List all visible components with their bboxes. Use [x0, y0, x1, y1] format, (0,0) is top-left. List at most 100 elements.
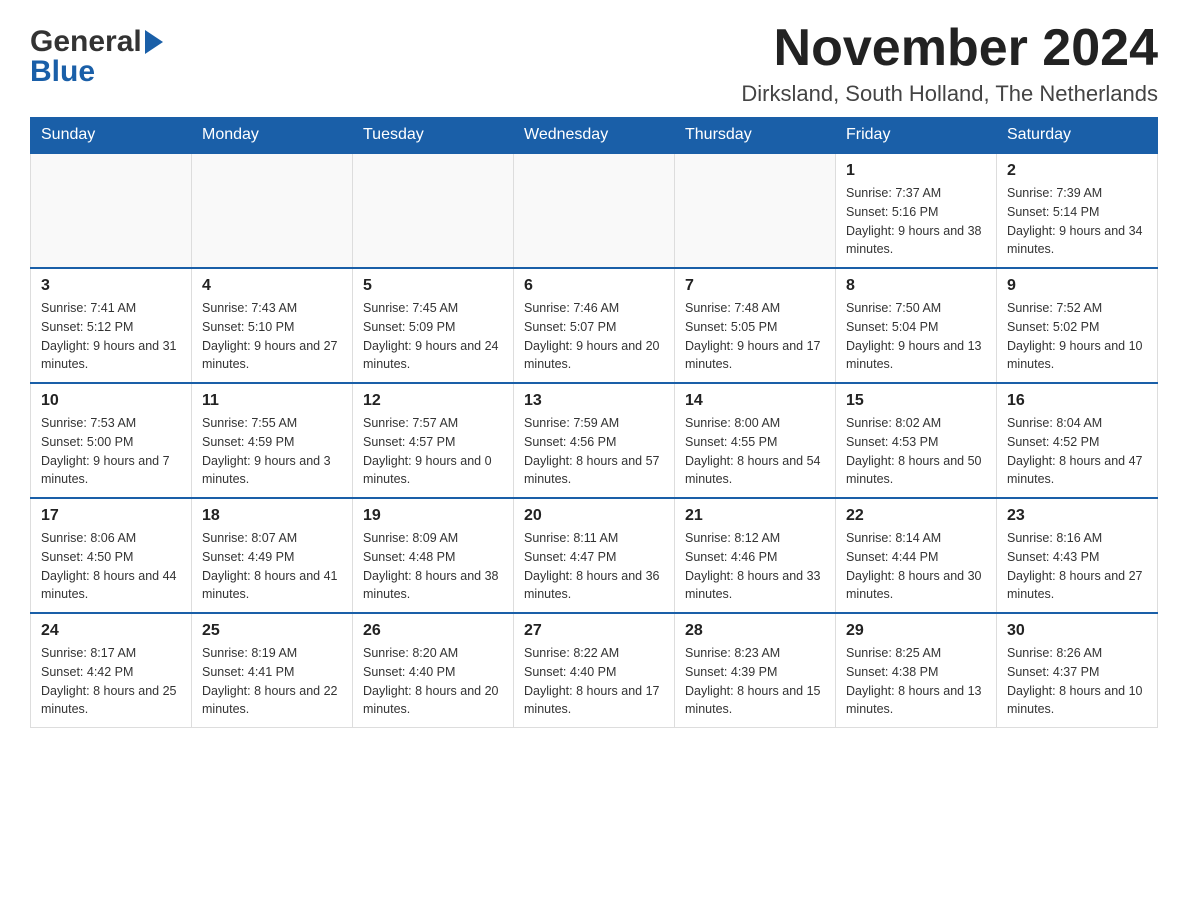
day-info: Sunrise: 7:41 AMSunset: 5:12 PMDaylight:…	[41, 299, 181, 374]
day-info: Sunrise: 8:16 AMSunset: 4:43 PMDaylight:…	[1007, 529, 1147, 604]
day-number: 26	[363, 622, 503, 640]
calendar-cell: 25Sunrise: 8:19 AMSunset: 4:41 PMDayligh…	[192, 613, 353, 728]
day-number: 19	[363, 507, 503, 525]
day-info: Sunrise: 8:14 AMSunset: 4:44 PMDaylight:…	[846, 529, 986, 604]
day-info: Sunrise: 8:02 AMSunset: 4:53 PMDaylight:…	[846, 414, 986, 489]
day-number: 21	[685, 507, 825, 525]
day-number: 16	[1007, 392, 1147, 410]
calendar-cell: 17 Sunrise: 8:06 AMSunset: 4:50 PMDayligh…	[31, 498, 192, 613]
day-info: Sunrise: 8:25 AMSunset: 4:38 PMDaylight:…	[846, 644, 986, 719]
calendar-cell: 8 Sunrise: 7:50 AMSunset: 5:04 PMDaylight…	[836, 268, 997, 383]
calendar-week-row: 1Sunrise: 7:37 AMSunset: 5:16 PMDaylight…	[31, 153, 1158, 268]
calendar-cell: 30 Sunrise: 8:26 AMSunset: 4:37 PMDayligh…	[997, 613, 1158, 728]
day-info: Sunrise: 7:50 AMSunset: 5:04 PMDaylight:…	[846, 299, 986, 374]
day-info: Sunrise: 7:39 AMSunset: 5:14 PMDaylight:…	[1007, 184, 1147, 259]
calendar-cell: 14 Sunrise: 8:00 AMSunset: 4:55 PMDayligh…	[675, 383, 836, 498]
calendar-cell: 2 Sunrise: 7:39 AMSunset: 5:14 PMDaylight…	[997, 153, 1158, 268]
calendar-cell: 24 Sunrise: 8:17 AMSunset: 4:42 PMDayligh…	[31, 613, 192, 728]
day-info: Sunrise: 8:26 AMSunset: 4:37 PMDaylight:…	[1007, 644, 1147, 719]
calendar-cell: 9 Sunrise: 7:52 AMSunset: 5:02 PMDaylight…	[997, 268, 1158, 383]
calendar-cell: 5 Sunrise: 7:45 AMSunset: 5:09 PMDaylight…	[353, 268, 514, 383]
logo-blue-text: Blue	[30, 55, 95, 89]
logo-arrow-icon	[145, 30, 163, 54]
day-number: 22	[846, 507, 986, 525]
calendar-cell: 26 Sunrise: 8:20 AMSunset: 4:40 PMDayligh…	[353, 613, 514, 728]
day-number: 7	[685, 277, 825, 295]
day-number: 30	[1007, 622, 1147, 640]
header-tuesday: Tuesday	[353, 118, 514, 154]
calendar-cell: 13Sunrise: 7:59 AMSunset: 4:56 PMDayligh…	[514, 383, 675, 498]
day-number: 9	[1007, 277, 1147, 295]
calendar-cell: 20Sunrise: 8:11 AMSunset: 4:47 PMDayligh…	[514, 498, 675, 613]
day-info: Sunrise: 7:59 AMSunset: 4:56 PMDaylight:…	[524, 414, 664, 489]
calendar-cell: 15 Sunrise: 8:02 AMSunset: 4:53 PMDayligh…	[836, 383, 997, 498]
day-number: 24	[41, 622, 181, 640]
header-thursday: Thursday	[675, 118, 836, 154]
header-friday: Friday	[836, 118, 997, 154]
calendar-cell	[675, 153, 836, 268]
calendar-cell: 10 Sunrise: 7:53 AMSunset: 5:00 PMDayligh…	[31, 383, 192, 498]
day-info: Sunrise: 8:06 AMSunset: 4:50 PMDaylight:…	[41, 529, 181, 604]
calendar-cell: 1Sunrise: 7:37 AMSunset: 5:16 PMDaylight…	[836, 153, 997, 268]
day-info: Sunrise: 7:48 AMSunset: 5:05 PMDaylight:…	[685, 299, 825, 374]
day-info: Sunrise: 8:04 AMSunset: 4:52 PMDaylight:…	[1007, 414, 1147, 489]
day-info: Sunrise: 8:09 AMSunset: 4:48 PMDaylight:…	[363, 529, 503, 604]
calendar-week-row: 3 Sunrise: 7:41 AMSunset: 5:12 PMDaylight…	[31, 268, 1158, 383]
day-info: Sunrise: 8:20 AMSunset: 4:40 PMDaylight:…	[363, 644, 503, 719]
calendar-week-row: 10 Sunrise: 7:53 AMSunset: 5:00 PMDayligh…	[31, 383, 1158, 498]
calendar-cell: 27Sunrise: 8:22 AMSunset: 4:40 PMDayligh…	[514, 613, 675, 728]
calendar-cell: 3 Sunrise: 7:41 AMSunset: 5:12 PMDaylight…	[31, 268, 192, 383]
location-text: Dirksland, South Holland, The Netherland…	[741, 81, 1158, 107]
calendar-week-row: 17 Sunrise: 8:06 AMSunset: 4:50 PMDayligh…	[31, 498, 1158, 613]
page-header: General Blue November 2024 Dirksland, So…	[30, 20, 1158, 107]
day-info: Sunrise: 7:45 AMSunset: 5:09 PMDaylight:…	[363, 299, 503, 374]
calendar-cell	[192, 153, 353, 268]
day-number: 8	[846, 277, 986, 295]
calendar-cell: 16 Sunrise: 8:04 AMSunset: 4:52 PMDayligh…	[997, 383, 1158, 498]
day-number: 14	[685, 392, 825, 410]
day-info: Sunrise: 7:55 AMSunset: 4:59 PMDaylight:…	[202, 414, 342, 489]
calendar-cell: 11 Sunrise: 7:55 AMSunset: 4:59 PMDayligh…	[192, 383, 353, 498]
calendar-week-row: 24 Sunrise: 8:17 AMSunset: 4:42 PMDayligh…	[31, 613, 1158, 728]
calendar-cell: 23 Sunrise: 8:16 AMSunset: 4:43 PMDayligh…	[997, 498, 1158, 613]
month-title: November 2024	[741, 20, 1158, 77]
calendar-cell	[514, 153, 675, 268]
day-info: Sunrise: 7:53 AMSunset: 5:00 PMDaylight:…	[41, 414, 181, 489]
day-number: 15	[846, 392, 986, 410]
day-info: Sunrise: 8:07 AMSunset: 4:49 PMDaylight:…	[202, 529, 342, 604]
day-number: 29	[846, 622, 986, 640]
day-number: 4	[202, 277, 342, 295]
day-number: 5	[363, 277, 503, 295]
calendar-cell: 19 Sunrise: 8:09 AMSunset: 4:48 PMDayligh…	[353, 498, 514, 613]
calendar-header-row: SundayMondayTuesdayWednesdayThursdayFrid…	[31, 118, 1158, 154]
day-number: 6	[524, 277, 664, 295]
day-number: 18	[202, 507, 342, 525]
calendar-cell: 6 Sunrise: 7:46 AMSunset: 5:07 PMDaylight…	[514, 268, 675, 383]
day-number: 2	[1007, 162, 1147, 180]
calendar-cell: 21 Sunrise: 8:12 AMSunset: 4:46 PMDayligh…	[675, 498, 836, 613]
day-number: 10	[41, 392, 181, 410]
day-number: 27	[524, 622, 664, 640]
day-number: 1	[846, 162, 986, 180]
day-info: Sunrise: 7:57 AMSunset: 4:57 PMDaylight:…	[363, 414, 503, 489]
day-info: Sunrise: 7:52 AMSunset: 5:02 PMDaylight:…	[1007, 299, 1147, 374]
header-saturday: Saturday	[997, 118, 1158, 154]
day-number: 28	[685, 622, 825, 640]
calendar-table: SundayMondayTuesdayWednesdayThursdayFrid…	[30, 117, 1158, 728]
header-wednesday: Wednesday	[514, 118, 675, 154]
day-info: Sunrise: 7:46 AMSunset: 5:07 PMDaylight:…	[524, 299, 664, 374]
day-number: 23	[1007, 507, 1147, 525]
day-info: Sunrise: 8:12 AMSunset: 4:46 PMDaylight:…	[685, 529, 825, 604]
calendar-cell: 28Sunrise: 8:23 AMSunset: 4:39 PMDayligh…	[675, 613, 836, 728]
day-number: 12	[363, 392, 503, 410]
day-info: Sunrise: 8:17 AMSunset: 4:42 PMDaylight:…	[41, 644, 181, 719]
calendar-cell: 7 Sunrise: 7:48 AMSunset: 5:05 PMDaylight…	[675, 268, 836, 383]
calendar-cell: 29 Sunrise: 8:25 AMSunset: 4:38 PMDayligh…	[836, 613, 997, 728]
day-number: 11	[202, 392, 342, 410]
day-number: 3	[41, 277, 181, 295]
day-info: Sunrise: 8:00 AMSunset: 4:55 PMDaylight:…	[685, 414, 825, 489]
logo: General Blue	[30, 20, 163, 89]
day-info: Sunrise: 7:43 AMSunset: 5:10 PMDaylight:…	[202, 299, 342, 374]
day-number: 17	[41, 507, 181, 525]
title-section: November 2024 Dirksland, South Holland, …	[741, 20, 1158, 107]
